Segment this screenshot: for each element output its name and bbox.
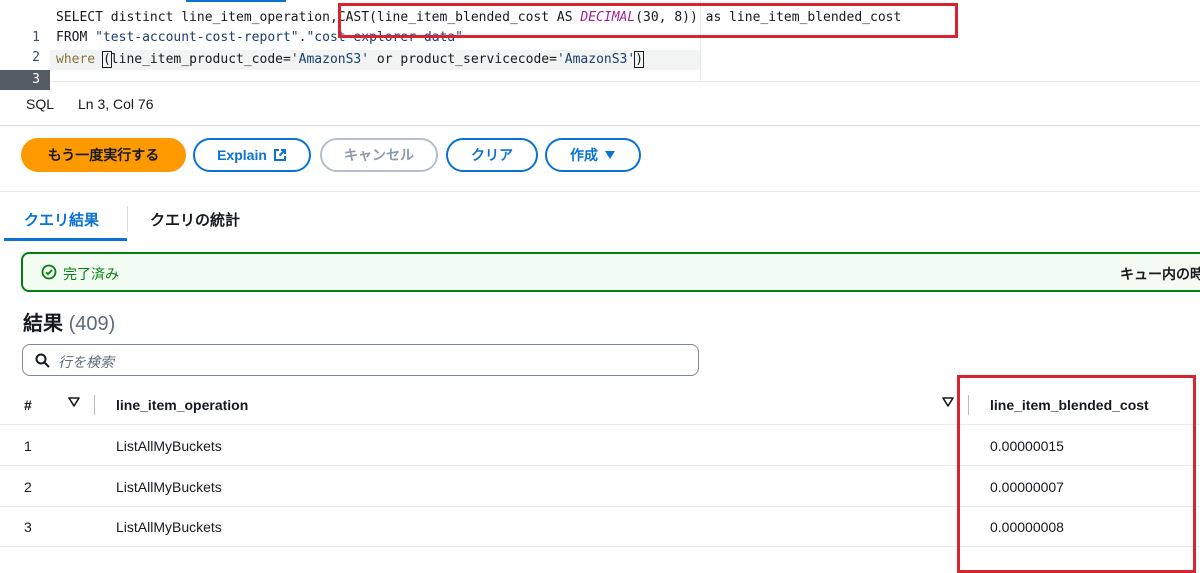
row-search-input[interactable]: 行を検索 [22, 344, 699, 376]
column-divider[interactable] [94, 395, 95, 415]
sort-icon[interactable] [68, 397, 80, 407]
active-tab-indicator [4, 238, 127, 241]
results-title: 結果 [23, 313, 63, 335]
rerun-button[interactable]: もう一度実行する [21, 138, 186, 172]
editor-status-bar: SQL Ln 3, Col 76 [0, 82, 1200, 126]
highlight-box-cost-column [957, 375, 1196, 573]
cell-operation: ListAllMyBuckets [116, 519, 222, 535]
highlight-box-cast [338, 3, 958, 38]
code-token: or product_servicecode= [369, 52, 557, 67]
status-text: 完了済み [63, 266, 119, 282]
check-circle-icon [41, 264, 57, 283]
row-index: 1 [24, 438, 32, 454]
code-token: line_item_product_code= [110, 52, 291, 67]
cell-operation: ListAllMyBuckets [116, 479, 222, 495]
query-actions: もう一度実行する Explain キャンセル クリア 作成 [0, 126, 1200, 192]
cursor-position: Ln 3, Col 76 [78, 96, 154, 112]
clear-label: クリア [471, 147, 513, 163]
cell-operation: ListAllMyBuckets [116, 438, 222, 454]
caret-down-icon [604, 150, 616, 160]
matched-paren: ( [101, 51, 112, 68]
rerun-label: もう一度実行する [47, 147, 160, 163]
create-label: 作成 [570, 147, 598, 163]
code-token-keyword: where [56, 52, 103, 67]
code-line-3[interactable]: 3 where (line_item_product_code='AmazonS… [0, 50, 700, 90]
explain-button[interactable]: Explain [193, 138, 311, 172]
clear-button[interactable]: クリア [446, 138, 538, 172]
create-dropdown-button[interactable]: 作成 [545, 138, 641, 172]
result-tabs: クエリ結果 クエリの統計 [0, 192, 1200, 242]
queue-time-label: キュー内の時 [1120, 266, 1200, 282]
code-text: where (line_item_product_code='AmazonS3'… [56, 50, 645, 70]
row-index: 3 [24, 519, 32, 535]
tab-query-stats[interactable]: クエリの統計 [150, 209, 240, 230]
code-token: SELECT distinct line_item_operation [56, 10, 330, 25]
sort-icon[interactable] [942, 397, 954, 407]
results-count: (409) [68, 313, 116, 335]
matched-paren: ) [634, 51, 645, 68]
code-token-string: "test-account-cost-report" [95, 30, 299, 45]
tab-divider [127, 206, 128, 232]
code-token-string: 'AmazonS3' [556, 52, 636, 67]
language-indicator: SQL [26, 96, 55, 112]
search-icon [35, 353, 50, 373]
results-heading: 結果 (409) [23, 307, 115, 336]
code-token-string: 'AmazonS3' [290, 52, 370, 67]
external-link-icon [273, 148, 287, 162]
cancel-label: キャンセル [344, 147, 414, 163]
search-placeholder: 行を検索 [58, 354, 114, 370]
row-index: 2 [24, 479, 32, 495]
column-header-operation[interactable]: line_item_operation [116, 397, 248, 413]
cancel-button[interactable]: キャンセル [320, 138, 438, 172]
code-token: FROM [56, 30, 96, 45]
editor-tab-indicator [186, 0, 286, 2]
tab-query-results[interactable]: クエリ結果 [24, 209, 99, 230]
explain-label: Explain [217, 147, 267, 163]
column-header-index: # [24, 397, 32, 413]
completed-banner: 完了済み キュー内の時 [21, 252, 1200, 292]
